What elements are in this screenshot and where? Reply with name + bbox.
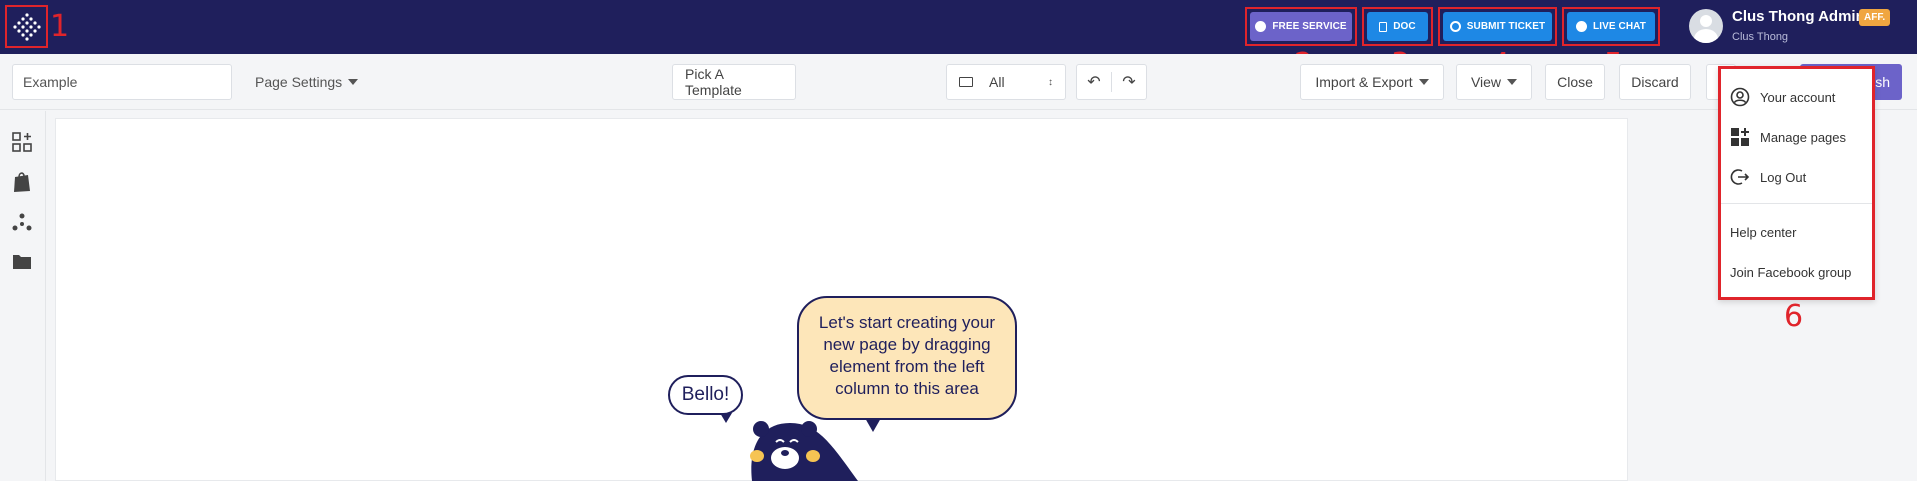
close-button[interactable]: Close	[1545, 64, 1605, 100]
hint-speech-bubble: Let's start creating your new page by dr…	[797, 296, 1017, 432]
menu-item-help-center[interactable]: Help center	[1730, 220, 1796, 244]
undo-icon[interactable]: ↶	[1077, 72, 1112, 92]
annotation-label-1: 1	[50, 9, 70, 44]
manage-pages-label: Manage pages	[1760, 129, 1847, 145]
folder-icon[interactable]	[11, 251, 33, 273]
page-settings-dropdown[interactable]: Page Settings	[255, 64, 359, 100]
menu-item-your-account[interactable]: Your account	[1730, 85, 1835, 109]
submit-ticket-highlight: SUBMIT TICKET	[1438, 7, 1557, 46]
doc-button[interactable]: DOC	[1367, 12, 1428, 41]
avatar[interactable]	[1689, 9, 1723, 43]
top-navbar: 1 FREE SERVICE DOC SUBMIT TICKET LIVE CH…	[0, 0, 1917, 54]
menu-divider	[1721, 203, 1872, 204]
document-icon	[1379, 21, 1388, 32]
free-service-highlight: FREE SERVICE	[1245, 7, 1357, 46]
free-service-button[interactable]: FREE SERVICE	[1250, 12, 1352, 41]
logout-icon	[1730, 169, 1750, 185]
pages-grid-icon	[1731, 128, 1749, 146]
account-dropdown-menu: Your account Manage pages Log Out Help c…	[1718, 66, 1875, 300]
import-export-label: Import & Export	[1315, 74, 1413, 90]
live-chat-label: LIVE CHAT	[1593, 21, 1646, 32]
user-circle-icon	[1730, 87, 1750, 107]
free-service-label: FREE SERVICE	[1272, 21, 1347, 32]
menu-item-log-out[interactable]: Log Out	[1730, 165, 1806, 189]
page-name-input[interactable]: Example	[12, 64, 232, 100]
device-select-value: All	[989, 74, 1005, 90]
bello-speech-bubble: Bello!	[668, 375, 743, 423]
elements-grid-icon[interactable]	[11, 131, 33, 153]
submit-ticket-label: SUBMIT TICKET	[1466, 21, 1546, 32]
store-name: Clus Thong	[1732, 31, 1789, 43]
affiliate-badge[interactable]: AFF.	[1859, 9, 1891, 26]
desktop-icon	[959, 77, 973, 87]
caret-down-icon	[1418, 79, 1429, 85]
lifebuoy-icon	[1449, 21, 1461, 32]
editor-toolbar: Example Page Settings Pick A Template Al…	[0, 54, 1917, 110]
live-chat-button[interactable]: LIVE CHAT	[1567, 12, 1655, 41]
chat-icon	[1576, 21, 1588, 32]
view-button[interactable]: View	[1456, 64, 1532, 100]
caret-down-icon	[1507, 79, 1518, 85]
caret-down-icon	[348, 79, 359, 85]
menu-item-manage-pages[interactable]: Manage pages	[1730, 125, 1846, 149]
page-settings-label: Page Settings	[255, 74, 343, 90]
redo-icon[interactable]: ↷	[1112, 72, 1146, 92]
submit-ticket-button[interactable]: SUBMIT TICKET	[1443, 12, 1552, 41]
app-logo[interactable]	[5, 5, 48, 48]
bear-mascot-icon	[750, 421, 858, 481]
undo-redo-group: ↶ ↷	[1076, 64, 1147, 100]
pick-template-button[interactable]: Pick A Template	[672, 64, 796, 100]
diamond-logo-icon	[12, 12, 41, 41]
star-icon	[1255, 21, 1267, 32]
menu-item-join-facebook-group[interactable]: Join Facebook group	[1730, 260, 1851, 284]
log-out-label: Log Out	[1760, 169, 1807, 185]
your-account-label: Your account	[1760, 89, 1836, 105]
integrations-icon[interactable]	[11, 211, 33, 233]
doc-highlight: DOC	[1362, 7, 1433, 46]
discard-button[interactable]: Discard	[1619, 64, 1691, 100]
import-export-button[interactable]: Import & Export	[1300, 64, 1444, 100]
user-name[interactable]: Clus Thong Admin	[1732, 8, 1865, 25]
device-select[interactable]: All ↕	[946, 64, 1066, 100]
annotation-label-6: 6	[1784, 299, 1804, 334]
left-sidebar	[0, 111, 46, 481]
view-label: View	[1470, 74, 1502, 90]
select-arrows-icon: ↕	[1048, 76, 1053, 88]
shopify-bag-icon[interactable]	[11, 171, 33, 193]
live-chat-highlight: LIVE CHAT	[1562, 7, 1660, 46]
doc-label: DOC	[1393, 21, 1416, 32]
